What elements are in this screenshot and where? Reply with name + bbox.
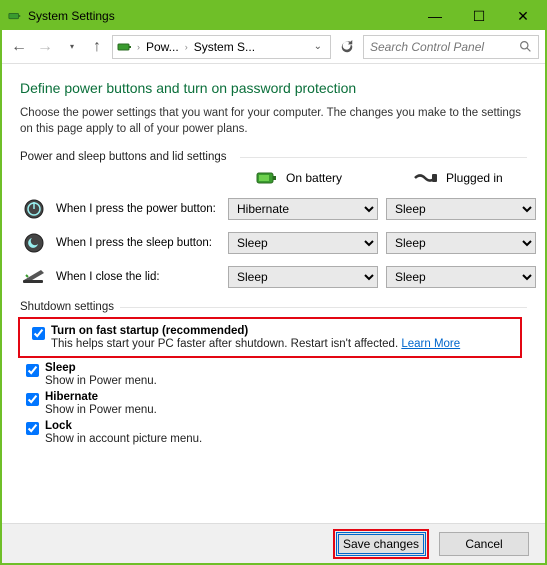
lock-checkbox[interactable]: [26, 422, 39, 435]
footer-bar: Save changes Cancel: [2, 523, 545, 563]
breadcrumb-item[interactable]: System S...: [192, 40, 257, 54]
back-button[interactable]: ←: [8, 36, 30, 58]
breadcrumb[interactable]: › Pow... › System S... ⌄: [112, 35, 331, 59]
close-lid-battery-select[interactable]: Sleep: [228, 266, 378, 288]
save-changes-button[interactable]: Save changes: [336, 532, 426, 556]
hibernate-desc: Show in Power menu.: [45, 404, 157, 416]
shutdown-settings: Turn on fast startup (recommended) This …: [20, 317, 527, 447]
hibernate-label: Hibernate: [45, 391, 98, 403]
power-icon: [23, 198, 45, 220]
refresh-icon: [340, 40, 354, 54]
battery-icon: [8, 9, 22, 23]
minimize-button[interactable]: —: [413, 2, 457, 30]
power-button-battery-select[interactable]: Hibernate: [228, 198, 378, 220]
breadcrumb-dropdown[interactable]: ⌄: [310, 41, 326, 52]
checkbox-row-fast-startup: Turn on fast startup (recommended) This …: [26, 323, 514, 352]
sleep-desc: Show in Power menu.: [45, 375, 157, 387]
column-label: Plugged in: [446, 171, 503, 185]
search-input[interactable]: Search Control Panel: [363, 35, 539, 59]
breadcrumb-item[interactable]: Pow...: [144, 40, 181, 54]
hibernate-checkbox[interactable]: [26, 393, 39, 406]
page-title: Define power buttons and turn on passwor…: [20, 80, 527, 96]
row-power-button: When I press the power button:: [20, 197, 220, 221]
row-sleep-button: When I press the sleep button:: [20, 231, 220, 255]
search-placeholder: Search Control Panel: [370, 40, 484, 54]
lock-desc: Show in account picture menu.: [45, 433, 202, 445]
row-label: When I press the power button:: [56, 202, 216, 216]
battery-icon: [117, 39, 133, 55]
checkbox-row-hibernate: Hibernate Show in Power menu.: [20, 389, 527, 418]
sleep-button-battery-select[interactable]: Sleep: [228, 232, 378, 254]
battery-icon: [256, 169, 278, 187]
fast-startup-desc: This helps start your PC faster after sh…: [51, 338, 398, 350]
page-description: Choose the power settings that you want …: [20, 106, 527, 137]
column-header-plugged: Plugged in: [386, 171, 536, 185]
learn-more-link[interactable]: Learn More: [401, 338, 460, 350]
close-lid-plugged-select[interactable]: Sleep: [386, 266, 536, 288]
checkbox-row-sleep: Sleep Show in Power menu.: [20, 360, 527, 389]
highlight-save-button: Save changes: [333, 529, 429, 559]
row-close-lid: When I close the lid:: [20, 265, 220, 289]
sleep-button-plugged-select[interactable]: Sleep: [386, 232, 536, 254]
plug-icon: [414, 171, 438, 185]
sleep-label: Sleep: [45, 362, 76, 374]
maximize-button[interactable]: ☐: [457, 2, 501, 30]
checkbox-row-lock: Lock Show in account picture menu.: [20, 418, 527, 447]
power-button-plugged-select[interactable]: Sleep: [386, 198, 536, 220]
cancel-button[interactable]: Cancel: [439, 532, 529, 556]
refresh-button[interactable]: [335, 35, 359, 59]
column-label: On battery: [286, 171, 342, 185]
content-area: Define power buttons and turn on passwor…: [2, 64, 545, 523]
row-label: When I close the lid:: [56, 270, 160, 284]
search-icon: [519, 40, 532, 53]
fast-startup-checkbox[interactable]: [32, 327, 45, 340]
column-header-battery: On battery: [228, 169, 378, 187]
sleep-checkbox[interactable]: [26, 364, 39, 377]
close-button[interactable]: ✕: [501, 2, 545, 30]
highlight-fast-startup: Turn on fast startup (recommended) This …: [18, 317, 522, 358]
window-title: System Settings: [28, 9, 413, 23]
chevron-right-icon: ›: [135, 42, 142, 52]
sleep-icon: [23, 232, 45, 254]
laptop-icon: [21, 267, 47, 287]
forward-button[interactable]: →: [34, 36, 56, 58]
row-label: When I press the sleep button:: [56, 236, 212, 250]
section-title-buttons-lid: Power and sleep buttons and lid settings: [20, 151, 527, 163]
fast-startup-label: Turn on fast startup (recommended): [51, 325, 248, 337]
navigation-bar: ← → ▾ ↑ › Pow... › System S... ⌄ Search …: [2, 30, 545, 64]
power-settings-grid: On battery Plugged in When I press the p…: [20, 169, 527, 289]
lock-label: Lock: [45, 420, 72, 432]
history-dropdown[interactable]: ▾: [60, 36, 82, 58]
chevron-right-icon: ›: [183, 42, 190, 52]
up-button[interactable]: ↑: [86, 36, 108, 58]
window-titlebar: System Settings — ☐ ✕: [2, 2, 545, 30]
section-title-shutdown: Shutdown settings: [20, 301, 527, 313]
